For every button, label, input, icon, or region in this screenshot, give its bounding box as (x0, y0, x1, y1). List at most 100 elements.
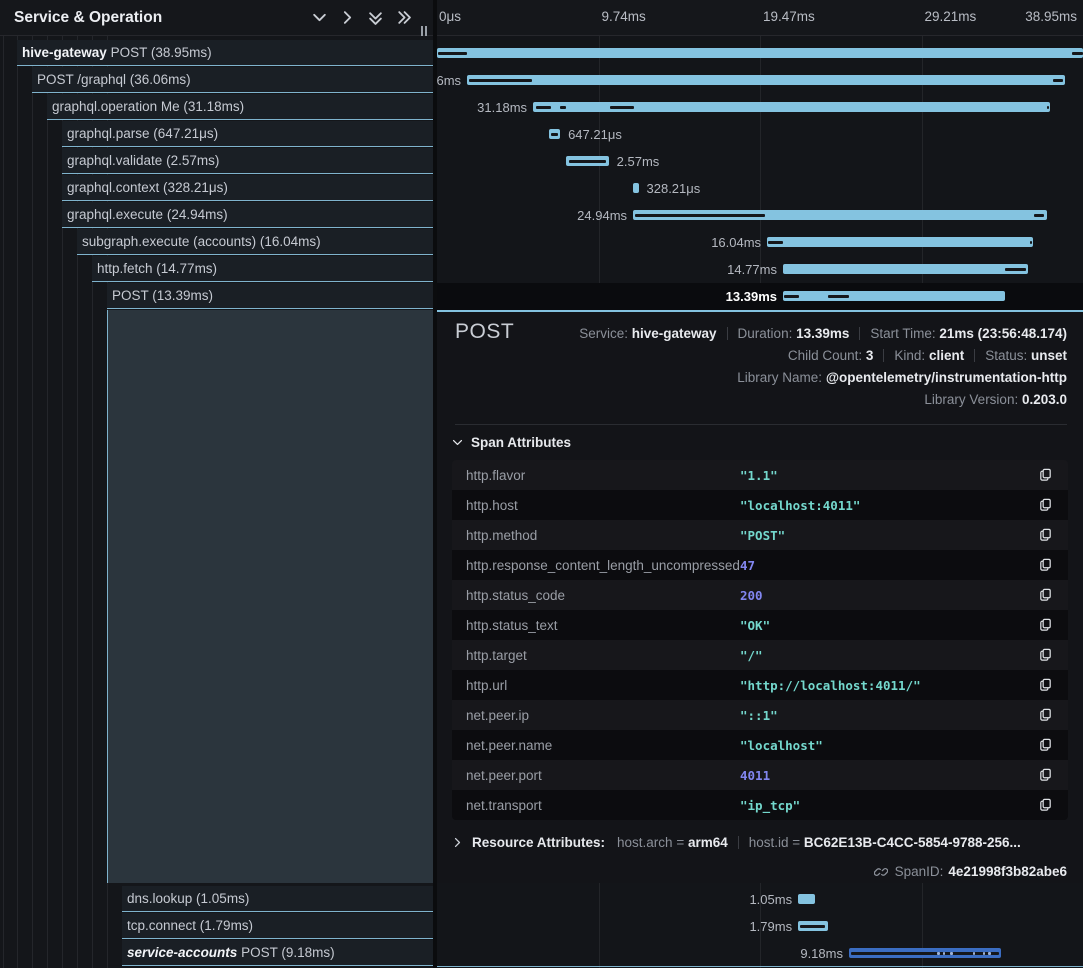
attr-value: "/" (740, 648, 1038, 663)
tree-row-label: graphql.validate (2.57ms) (62, 148, 219, 173)
tree-row[interactable]: hive-gateway POST (38.95ms) (17, 40, 433, 66)
span-bar[interactable] (783, 291, 1005, 301)
tree-row[interactable]: subgraph.execute (accounts) (16.04ms) (77, 229, 433, 255)
attr-row: http.method"POST" (452, 520, 1068, 550)
span-bar[interactable] (533, 102, 1050, 112)
tree-row[interactable]: graphql.validate (2.57ms) (62, 148, 433, 174)
info-value: 21ms (23:56:48.174) (939, 326, 1067, 341)
span-bar[interactable] (566, 156, 609, 166)
tree-row[interactable]: POST /graphql (36.06ms) (32, 67, 433, 93)
link-icon[interactable] (874, 865, 888, 879)
attr-key: http.url (466, 678, 740, 693)
child-span-tick (438, 52, 467, 55)
span-bar[interactable] (437, 48, 1083, 58)
attr-value: "localhost:4011" (740, 498, 1038, 513)
span-tree-panel: Service & Operation hive-gateway POST (3… (0, 0, 433, 968)
resource-attributes-header[interactable]: Resource Attributes: host.arch = arm64ho… (452, 835, 1021, 850)
child-span-tick (536, 106, 551, 109)
tree-row[interactable]: graphql.execute (24.94ms) (62, 202, 433, 228)
collapse-one-icon[interactable] (312, 10, 327, 25)
attr-row: http.status_code200 (452, 580, 1068, 610)
child-span-tick (635, 214, 765, 217)
span-detail-panel: POST Service: hive-gatewayDuration: 13.3… (437, 310, 1083, 883)
tree-row[interactable]: tcp.connect (1.79ms) (122, 913, 433, 939)
attr-row: net.peer.port4011 (452, 760, 1068, 790)
span-bar[interactable] (767, 237, 1033, 247)
span-attributes-title: Span Attributes (471, 435, 571, 450)
span-bar[interactable] (467, 75, 1065, 85)
attr-key: http.status_code (466, 588, 740, 603)
copy-icon-button[interactable] (1038, 617, 1054, 633)
copy-icon (1038, 587, 1053, 602)
attr-row: http.target"/" (452, 640, 1068, 670)
child-span-tick (551, 133, 558, 136)
child-span-dot (983, 952, 985, 955)
expand-one-icon[interactable] (340, 10, 355, 25)
attr-key: net.peer.ip (466, 708, 740, 723)
copy-icon-button[interactable] (1038, 467, 1054, 483)
info-divider (883, 349, 884, 362)
tree-row-label: http.fetch (14.77ms) (92, 256, 217, 281)
span-bar[interactable] (798, 921, 828, 931)
tree-row[interactable]: graphql.parse (647.21μs) (62, 121, 433, 147)
expand-all-icon[interactable] (396, 10, 411, 25)
info-value: 0.203.0 (1022, 392, 1067, 407)
child-span-dot (937, 952, 939, 955)
tree-row-label: hive-gateway POST (38.95ms) (17, 40, 212, 65)
attr-row: http.url"http://localhost:4011/" (452, 670, 1068, 700)
span-attributes-header[interactable]: Span Attributes (452, 435, 571, 450)
child-span-tick (469, 79, 532, 82)
span-info-line: Service: hive-gatewayDuration: 13.39msSt… (579, 323, 1067, 345)
info-value: hive-gateway (632, 326, 717, 341)
span-bar[interactable] (549, 129, 560, 139)
tree-row[interactable]: POST (13.39ms) (107, 283, 433, 309)
attr-row: http.host"localhost:4011" (452, 490, 1068, 520)
span-id-value: 4e21998f3b82abe6 (948, 864, 1067, 879)
child-span-tick (1047, 106, 1049, 109)
bar-duration-label: 328.21μs (647, 175, 701, 202)
indent-guide (3, 36, 4, 968)
attr-key: http.method (466, 528, 740, 543)
span-bar[interactable] (633, 210, 1047, 220)
child-span-tick (784, 295, 799, 298)
child-span-dot (973, 952, 975, 955)
attr-row: http.response_content_length_uncompresse… (452, 550, 1068, 580)
copy-icon-button[interactable] (1038, 647, 1054, 663)
tree-row[interactable]: http.fetch (14.77ms) (92, 256, 433, 282)
copy-icon-button[interactable] (1038, 797, 1054, 813)
copy-icon-button[interactable] (1038, 587, 1054, 603)
copy-icon-button[interactable] (1038, 497, 1054, 513)
tree-row-label: POST /graphql (36.06ms) (32, 67, 191, 92)
collapse-all-icon[interactable] (368, 10, 383, 25)
child-span-tick (828, 295, 849, 298)
info-value: 13.39ms (796, 326, 849, 341)
info-divider (738, 836, 739, 849)
span-bar[interactable] (633, 183, 638, 193)
copy-icon-button[interactable] (1038, 737, 1054, 753)
row-underline (437, 966, 1083, 967)
span-bar[interactable] (798, 894, 815, 904)
attr-value: 200 (740, 588, 1038, 603)
copy-icon-button[interactable] (1038, 527, 1054, 543)
attr-value: "1.1" (740, 468, 1038, 483)
resource-value: arm64 (688, 835, 728, 850)
attr-key: net.peer.port (466, 768, 740, 783)
attr-key: http.status_text (466, 618, 740, 633)
copy-icon-button[interactable] (1038, 767, 1054, 783)
panel-resize-handle[interactable] (421, 26, 427, 36)
copy-icon-button[interactable] (1038, 707, 1054, 723)
tree-row[interactable]: graphql.operation Me (31.18ms) (47, 94, 433, 120)
copy-icon-button[interactable] (1038, 677, 1054, 693)
tree-row-label: graphql.execute (24.94ms) (62, 202, 228, 227)
span-bar[interactable] (783, 264, 1028, 274)
tree-row[interactable]: service-accounts POST (9.18ms) (122, 940, 433, 966)
attr-key: http.target (466, 648, 740, 663)
tree-row[interactable]: dns.lookup (1.05ms) (122, 886, 433, 912)
span-bar[interactable] (849, 948, 1001, 958)
tree-row-label: graphql.operation Me (31.18ms) (47, 94, 244, 119)
detail-divider (455, 424, 1067, 425)
tree-row-label: POST (13.39ms) (107, 283, 213, 308)
tree-row[interactable]: graphql.context (328.21μs) (62, 175, 433, 201)
copy-icon-button[interactable] (1038, 557, 1054, 573)
span-info-block: Service: hive-gatewayDuration: 13.39msSt… (579, 323, 1067, 411)
